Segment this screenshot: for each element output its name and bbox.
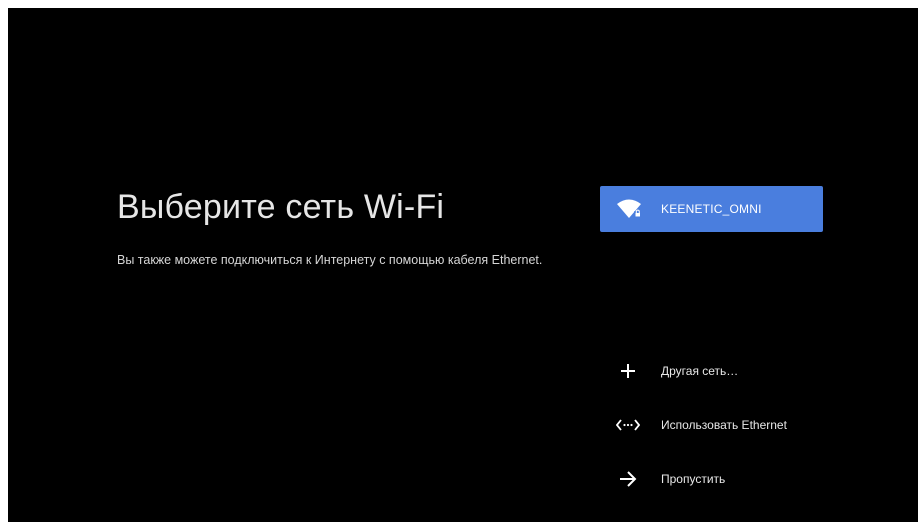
page-subtitle: Вы также можете подключиться к Интернету… xyxy=(117,253,543,267)
plus-icon xyxy=(614,357,642,385)
arrow-right-icon xyxy=(614,465,642,493)
network-item-keenetic-omni[interactable]: KEENETIC_OMNI xyxy=(600,186,823,232)
wifi-setup-screen: Выберите сеть Wi-Fi Вы также можете подк… xyxy=(8,8,918,522)
network-ssid: KEENETIC_OMNI xyxy=(661,202,762,216)
use-ethernet-option[interactable]: Использовать Ethernet xyxy=(614,410,787,440)
use-ethernet-label: Использовать Ethernet xyxy=(661,418,787,432)
page-title: Выберите сеть Wi-Fi xyxy=(117,188,445,226)
other-network-option[interactable]: Другая сеть… xyxy=(614,356,738,386)
skip-option[interactable]: Пропустить xyxy=(614,464,725,494)
skip-label: Пропустить xyxy=(661,472,726,486)
wifi-locked-icon xyxy=(616,198,644,220)
ethernet-icon xyxy=(614,411,642,439)
other-network-label: Другая сеть… xyxy=(661,364,739,378)
